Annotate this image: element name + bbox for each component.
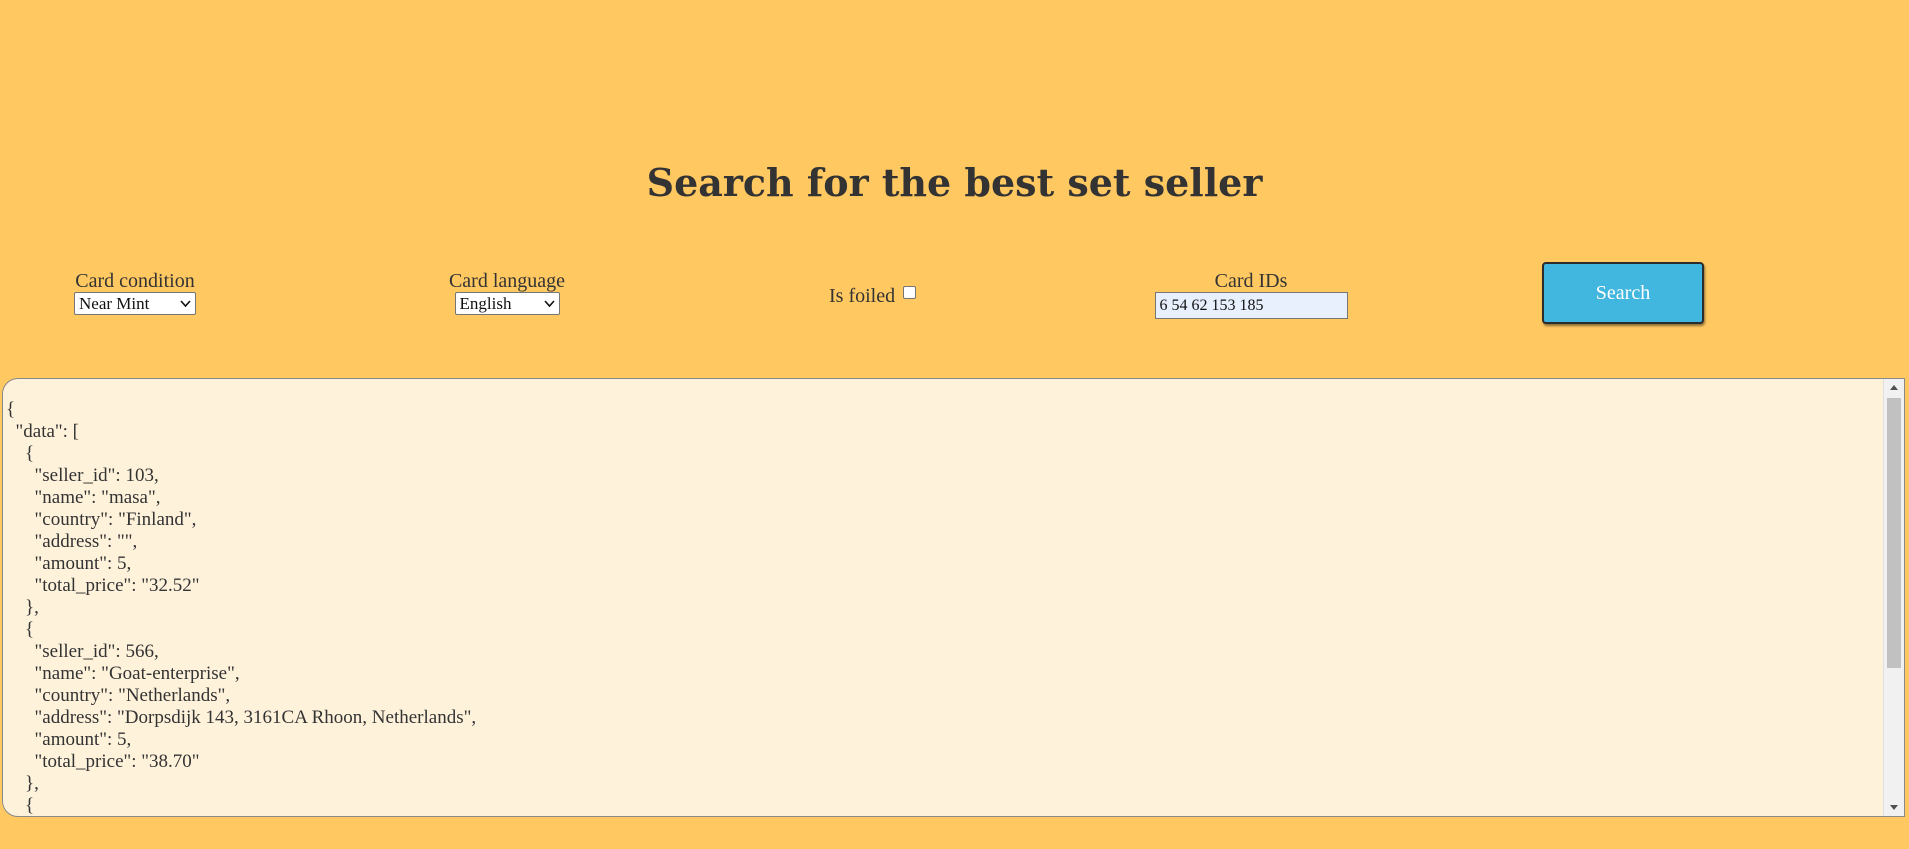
search-button[interactable]: Search bbox=[1542, 262, 1704, 324]
scroll-up-icon[interactable] bbox=[1884, 379, 1904, 396]
language-select-value: English bbox=[459, 294, 512, 313]
condition-select[interactable]: Near Mint bbox=[74, 292, 196, 315]
results-textarea[interactable]: { "data": [ { "seller_id": 103, "name": … bbox=[2, 378, 1905, 817]
scroll-down-icon[interactable] bbox=[1884, 799, 1904, 816]
page-title: Search for the best set seller bbox=[646, 160, 1263, 205]
chevron-down-icon bbox=[543, 300, 555, 308]
foiled-checkbox[interactable] bbox=[903, 286, 917, 299]
foiled-label: Is foiled bbox=[829, 285, 896, 307]
card-ids-field: Card IDs 6 54 62 153 185 bbox=[1151, 270, 1351, 319]
search-form: Card condition Near Mint Card language E… bbox=[0, 262, 1909, 328]
foiled-field: Is foiled bbox=[829, 284, 917, 308]
condition-select-value: Near Mint bbox=[79, 294, 150, 313]
scrollbar-thumb[interactable] bbox=[1887, 398, 1901, 668]
condition-label: Card condition bbox=[75, 270, 195, 292]
results-json: { "data": [ { "seller_id": 103, "name": … bbox=[6, 399, 477, 816]
results-scrollbar[interactable] bbox=[1883, 379, 1904, 816]
chevron-down-icon bbox=[180, 300, 191, 308]
language-label: Card language bbox=[448, 270, 566, 292]
language-field: Card language English bbox=[432, 270, 582, 315]
condition-field: Card condition Near Mint bbox=[60, 270, 210, 315]
card-ids-label: Card IDs bbox=[1214, 270, 1288, 292]
card-ids-input[interactable]: 6 54 62 153 185 bbox=[1154, 292, 1348, 319]
language-select[interactable]: English bbox=[454, 292, 560, 315]
